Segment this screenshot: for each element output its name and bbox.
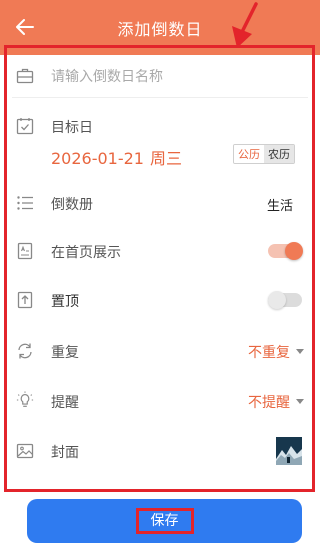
book-row[interactable]: 倒数册 生活: [0, 190, 320, 216]
pin-top-toggle[interactable]: [268, 291, 302, 309]
refresh-icon: [16, 342, 34, 360]
reminder-label: 提醒: [51, 395, 79, 411]
save-button[interactable]: 保存: [27, 499, 302, 543]
lunar-calendar-option[interactable]: 农历: [264, 145, 294, 163]
show-on-home-label: 在首页展示: [51, 245, 121, 261]
repeat-label: 重复: [51, 345, 79, 361]
pin-top-label: 置顶: [51, 294, 79, 310]
list-icon: [16, 194, 34, 212]
page-title: 添加倒数日: [117, 20, 203, 39]
date: 2026-01-21: [51, 149, 144, 168]
target-day-row[interactable]: 目标日: [0, 112, 320, 142]
book-font-icon: [16, 242, 34, 260]
toggle-knob: [285, 242, 303, 260]
target-day-label: 目标日: [51, 120, 93, 136]
toggle-knob: [268, 291, 286, 309]
cover-row[interactable]: 封面: [0, 438, 320, 464]
reminder-row[interactable]: 提醒 不提醒: [0, 388, 320, 414]
repeat-value[interactable]: 不重复: [248, 342, 290, 362]
briefcase-icon: [16, 67, 34, 85]
book-label: 倒数册: [51, 197, 93, 213]
lightbulb-icon: [16, 391, 34, 409]
calendar-check-icon: [16, 117, 34, 135]
target-date-value[interactable]: 2026-01-21 周三: [51, 145, 188, 169]
repeat-row[interactable]: 重复 不重复: [0, 338, 320, 364]
show-on-home-row[interactable]: 在首页展示: [0, 238, 320, 264]
reminder-value[interactable]: 不提醒: [248, 392, 290, 412]
name-input[interactable]: 请输入倒数日名称: [51, 66, 163, 86]
pin-top-icon: [16, 291, 34, 309]
show-on-home-toggle[interactable]: [268, 242, 303, 260]
image-icon: [16, 442, 34, 460]
caret-down-icon: [296, 399, 304, 404]
caret-down-icon: [296, 349, 304, 354]
name-input-row[interactable]: 请输入倒数日名称: [0, 56, 320, 96]
cover-thumbnail[interactable]: [276, 437, 302, 465]
calendar-type-switch[interactable]: 公历 农历: [233, 144, 295, 164]
save-button-label: 保存: [135, 508, 194, 534]
pin-top-row[interactable]: 置顶: [0, 287, 320, 313]
book-value[interactable]: 生活: [267, 195, 293, 214]
solar-calendar-option[interactable]: 公历: [234, 145, 264, 163]
cover-label: 封面: [51, 445, 79, 461]
divider: [12, 97, 308, 98]
weekday: 周三: [149, 149, 182, 168]
app-header: 添加倒数日: [0, 0, 320, 55]
